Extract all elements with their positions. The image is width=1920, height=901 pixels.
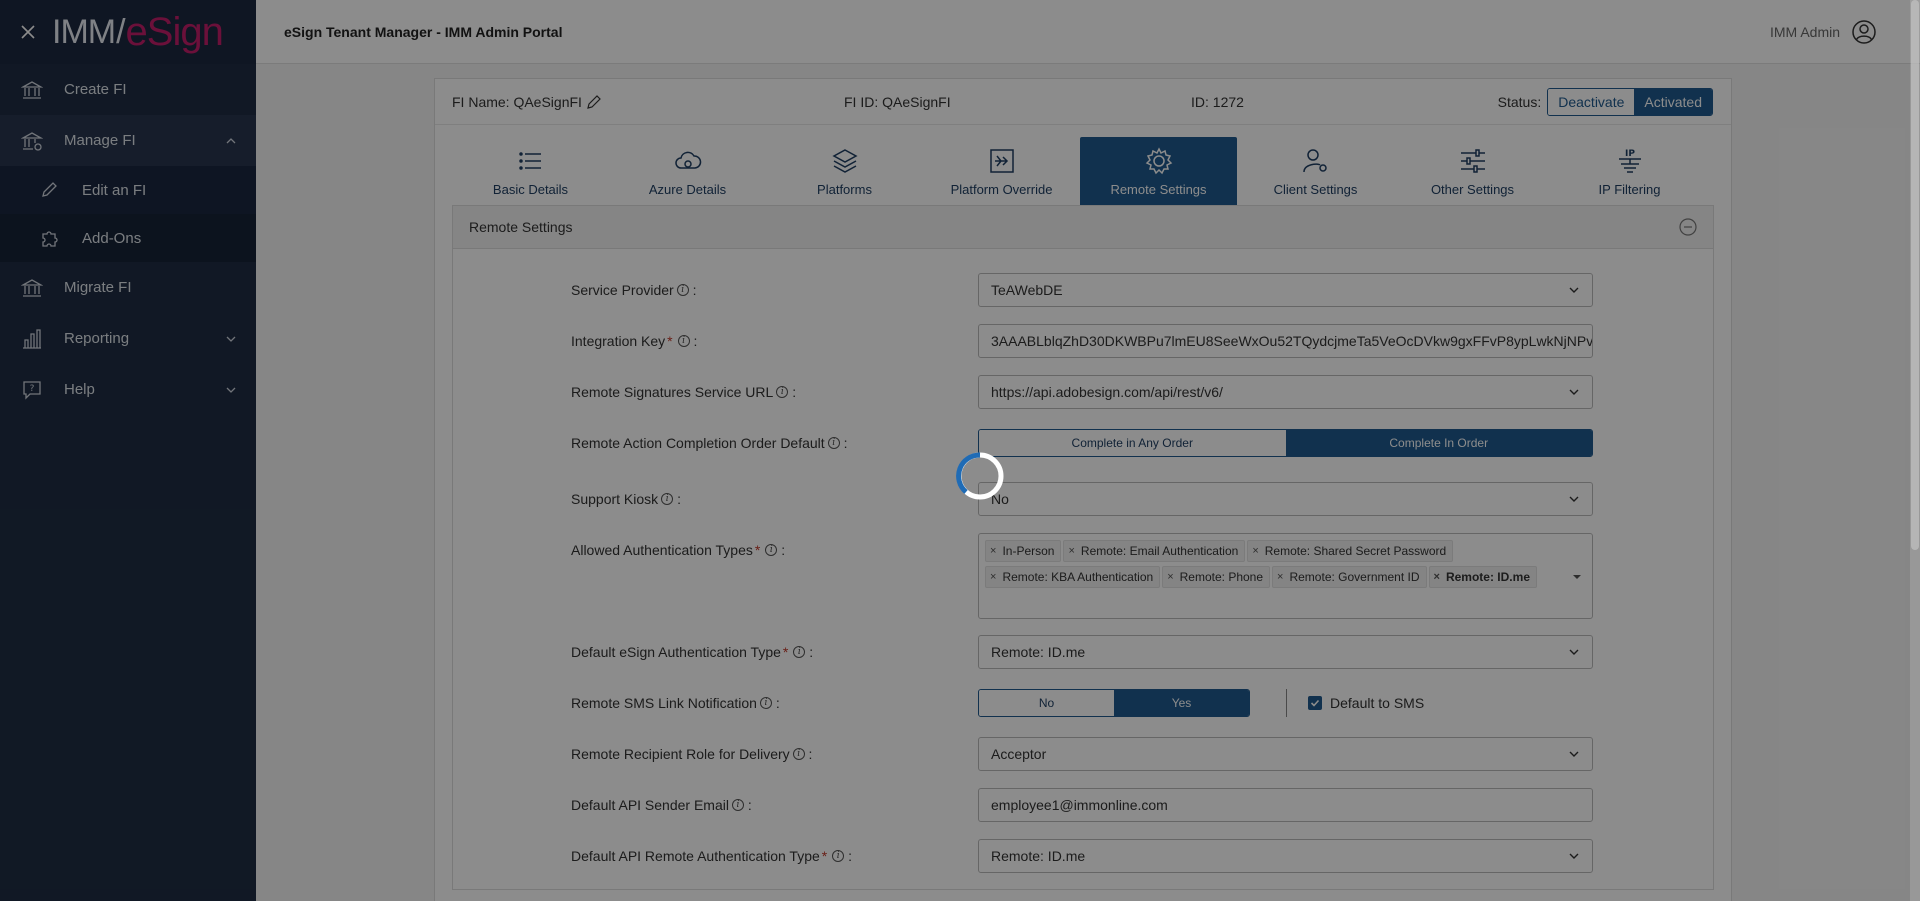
scrollbar[interactable] <box>1910 0 1920 901</box>
loading-spinner-icon <box>956 452 1004 500</box>
scrollbar-thumb[interactable] <box>1911 0 1919 550</box>
